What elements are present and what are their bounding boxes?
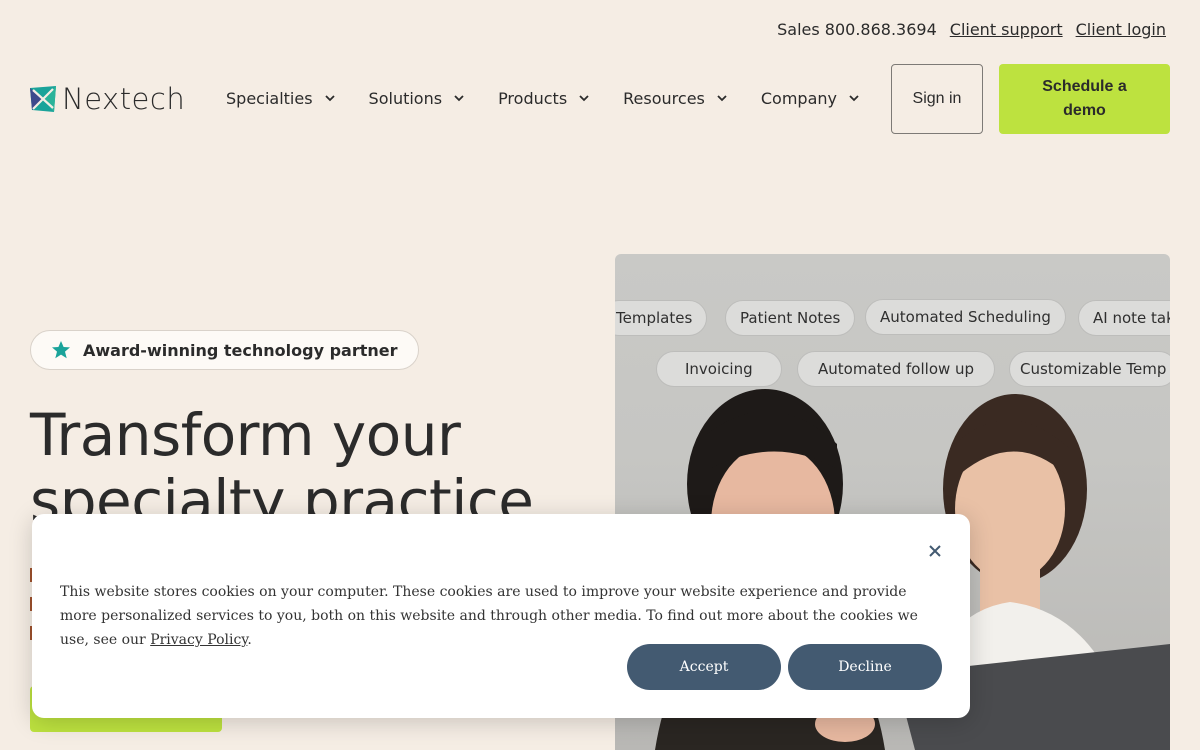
nav-resources[interactable]: Resources [623, 86, 727, 110]
chevron-down-icon [579, 95, 589, 102]
privacy-policy-link[interactable]: Privacy Policy [150, 632, 247, 648]
feature-chip: Templates [615, 300, 708, 336]
main-nav: Specialties Solutions Products Resources… [226, 86, 859, 110]
nav-label: Specialties [226, 88, 313, 108]
feature-chip: AI note tak [1078, 300, 1170, 336]
nav-products[interactable]: Products [498, 86, 589, 110]
chevron-down-icon [849, 95, 859, 102]
logo[interactable]: Nextech [30, 82, 185, 116]
cookie-message: This website stores cookies on your comp… [60, 580, 940, 652]
client-support-link[interactable]: Client support [950, 20, 1063, 39]
nav-solutions[interactable]: Solutions [369, 86, 465, 110]
decline-button[interactable]: Decline [788, 644, 942, 690]
sign-in-button[interactable]: Sign in [891, 64, 983, 134]
feature-chip: Automated Scheduling [865, 299, 1066, 335]
star-icon [52, 341, 70, 359]
nav-specialties[interactable]: Specialties [226, 86, 335, 110]
award-badge: Award-winning technology partner [30, 330, 419, 370]
client-login-link[interactable]: Client login [1076, 20, 1166, 39]
nav-label: Resources [623, 88, 705, 108]
nextech-logo-icon [30, 86, 56, 112]
accept-button[interactable]: Accept [627, 644, 781, 690]
logo-text: Nextech [62, 82, 186, 116]
chevron-down-icon [454, 95, 464, 102]
chevron-down-icon [324, 95, 335, 102]
feature-chip: Patient Notes [725, 300, 856, 336]
badge-label: Award-winning technology partner [83, 340, 398, 360]
nav-label: Solutions [368, 88, 443, 108]
close-icon[interactable] [928, 544, 942, 558]
nav-label: Products [498, 88, 568, 108]
chevron-down-icon [717, 95, 727, 102]
nav-label: Company [760, 88, 837, 108]
sales-phone[interactable]: Sales 800.868.3694 [777, 20, 937, 39]
nav-company[interactable]: Company [761, 86, 859, 110]
utility-bar: Sales 800.868.3694 Client support Client… [777, 20, 1166, 39]
cookie-period: . [247, 632, 252, 648]
schedule-demo-button[interactable]: Schedule a demo [999, 64, 1170, 134]
cookie-banner: This website stores cookies on your comp… [32, 514, 970, 718]
